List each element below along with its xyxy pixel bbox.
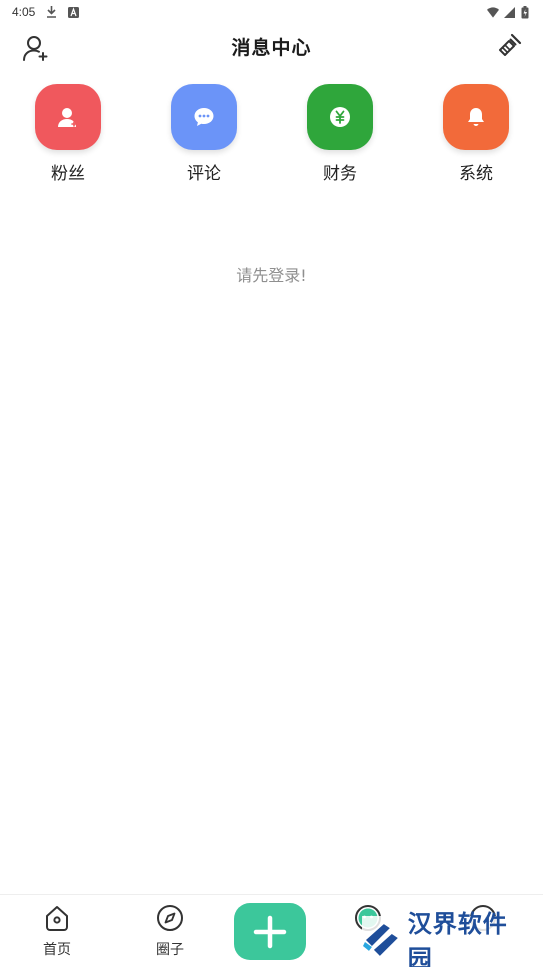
broom-icon xyxy=(499,33,522,56)
compass-icon xyxy=(157,905,183,931)
page: 4:05 消息中心 粉丝 评论 财务 系统 请先登录! 首页 圈子 汉界软件园 xyxy=(0,0,543,967)
watermark-logo-icon xyxy=(362,924,398,956)
comment-icon xyxy=(171,84,237,150)
nav-item-circle[interactable]: 圈子 xyxy=(140,903,200,959)
watermark-text: 汉界软件园 xyxy=(407,910,508,967)
category-system[interactable]: 系统 xyxy=(436,84,516,184)
watermark: 汉界软件园 xyxy=(362,910,532,967)
add-user-button[interactable] xyxy=(22,34,50,62)
category-label: 财务 xyxy=(323,164,357,184)
category-fans[interactable]: 粉丝 xyxy=(28,84,108,184)
status-time: 4:05 xyxy=(12,5,36,19)
signal-icon xyxy=(503,6,515,18)
fans-icon xyxy=(35,84,101,150)
login-prompt: 请先登录! xyxy=(236,266,307,285)
message-categories: 粉丝 评论 财务 系统 xyxy=(0,84,543,184)
clear-button[interactable] xyxy=(495,32,523,60)
category-finance[interactable]: 财务 xyxy=(300,84,380,184)
nav-label: 首页 xyxy=(43,942,71,958)
page-title: 消息中心 xyxy=(231,36,312,59)
nav-label: 圈子 xyxy=(156,942,184,958)
add-user-icon xyxy=(23,36,48,61)
add-icon xyxy=(253,915,287,948)
header: 消息中心 xyxy=(0,24,543,68)
download-icon xyxy=(45,6,57,18)
finance-icon xyxy=(307,84,373,150)
battery-icon xyxy=(519,5,531,18)
add-post-button[interactable] xyxy=(234,903,306,960)
bell-icon xyxy=(443,84,509,150)
wifi-icon xyxy=(487,6,499,18)
category-comment[interactable]: 评论 xyxy=(164,84,244,184)
category-label: 系统 xyxy=(459,164,493,184)
status-bar: 4:05 xyxy=(0,0,543,24)
category-label: 粉丝 xyxy=(51,164,85,184)
nav-item-home[interactable]: 首页 xyxy=(27,903,87,959)
home-icon xyxy=(46,906,68,931)
category-label: 评论 xyxy=(187,164,221,184)
a-icon xyxy=(67,6,79,18)
